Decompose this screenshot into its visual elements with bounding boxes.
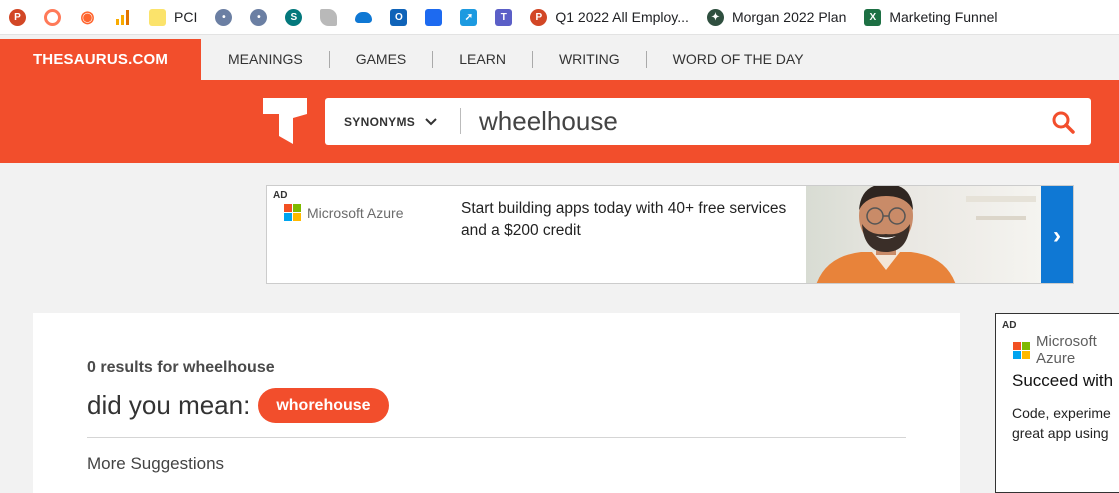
bot-icon: • (250, 8, 268, 26)
ad-tag: AD (273, 190, 288, 201)
bookmark-planner[interactable] (416, 0, 451, 34)
ad-banner[interactable]: AD Microsoft Azure Start building apps t… (266, 185, 1074, 284)
nav-meanings[interactable]: MEANINGS (201, 50, 330, 68)
teams-icon: T (495, 8, 513, 26)
side-ad-body-line: Code, experime (1012, 405, 1111, 421)
ad-brand: Microsoft Azure (307, 204, 404, 221)
bookmark-bot-2[interactable]: • (241, 0, 276, 34)
bookmark-leaf[interactable] (311, 0, 346, 34)
search-icon[interactable] (1051, 110, 1075, 134)
bookmark-label: Q1 2022 All Employ... (555, 9, 689, 25)
divider (87, 437, 906, 438)
bookmark-onedrive[interactable] (346, 0, 381, 34)
bookmark-teams[interactable]: T (486, 0, 521, 34)
bookmark-morgan-plan[interactable]: ✦ Morgan 2022 Plan (698, 0, 855, 34)
ad-tag: AD (1002, 320, 1017, 331)
ad-next-button[interactable]: › (1041, 186, 1073, 283)
bot-icon: • (215, 8, 233, 26)
bookmark-q1-2022[interactable]: P Q1 2022 All Employ... (521, 0, 698, 34)
search-input[interactable] (479, 98, 1039, 145)
bookmark-bot-1[interactable]: • (206, 0, 241, 34)
bookmark-hubspot[interactable] (35, 0, 70, 34)
note-icon (149, 8, 166, 26)
bookmark-powerpoint[interactable]: P (0, 0, 35, 34)
results-summary: 0 results for wheelhouse (87, 359, 275, 376)
ad-text: Start building apps today with 40+ free … (461, 200, 787, 239)
bookmark-pci[interactable]: PCI (140, 0, 206, 34)
powerpoint-icon: P (530, 8, 548, 26)
did-you-mean-label: did you mean: (87, 390, 251, 420)
site-nav: THESAURUS.COM MEANINGS GAMES LEARN WRITI… (0, 39, 1119, 80)
bookmark-arrow-app[interactable]: ➚ (451, 0, 486, 34)
powerpoint-icon: P (9, 8, 26, 26)
side-ad-headline: Succeed with (1012, 371, 1114, 390)
compass-icon: ✦ (706, 8, 724, 26)
excel-icon: X (864, 8, 882, 26)
chevron-down-icon (425, 117, 437, 125)
nav-learn[interactable]: LEARN (433, 50, 533, 68)
smiling-man-image (816, 186, 1036, 283)
onedrive-icon (355, 11, 373, 23)
bookmark-sharepoint[interactable]: S (276, 0, 311, 34)
bookmark-outlook[interactable]: O (381, 0, 416, 34)
bookmark-marketing-funnel[interactable]: X Marketing Funnel (855, 0, 1006, 34)
hubspot-icon (44, 8, 61, 26)
bookmark-label: Marketing Funnel (889, 9, 998, 25)
suggestion-pill[interactable]: whorehouse (258, 388, 389, 423)
side-ad-body: Code, experime great app using (1012, 403, 1111, 443)
more-suggestions-heading: More Suggestions (87, 454, 225, 473)
semrush-icon: ◉ (80, 9, 95, 26)
ad-brand: Microsoft Azure (1036, 333, 1097, 367)
arrow-app-icon: ➚ (460, 8, 478, 26)
nav-word-of-the-day[interactable]: WORD OF THE DAY (647, 51, 830, 68)
bookmark-analytics[interactable] (105, 0, 140, 34)
analytics-bars-icon (114, 9, 131, 26)
bookmark-label: Morgan 2022 Plan (731, 9, 847, 25)
search-divider (460, 108, 461, 134)
outlook-icon: O (390, 8, 408, 26)
microsoft-azure-logo: Microsoft Azure (284, 204, 403, 221)
search-mode-label: SYNONYMS (344, 114, 416, 129)
planner-icon (425, 8, 443, 26)
search-bar: SYNONYMS (325, 98, 1091, 145)
bookmarks-bar: P ◉ PCI • • S O ➚ T P Q1 2022 All Employ.… (0, 0, 1119, 35)
bookmark-label: PCI (174, 9, 198, 25)
results-card: 0 results for wheelhouse did you mean: w… (33, 313, 960, 493)
search-header: SYNONYMS (0, 80, 1119, 163)
site-logo[interactable]: THESAURUS.COM (0, 39, 201, 80)
did-you-mean: did you mean: whorehouse (87, 388, 389, 423)
microsoft-logo-icon (284, 204, 301, 221)
ad-photo (806, 186, 1042, 283)
bookmark-semrush[interactable]: ◉ (70, 0, 105, 34)
side-ad[interactable]: AD Microsoft Azure Succeed with Code, ex… (995, 313, 1119, 493)
nav-links: MEANINGS GAMES LEARN WRITING WORD OF THE… (201, 39, 830, 79)
nav-writing[interactable]: WRITING (533, 50, 647, 68)
microsoft-logo-icon (1013, 341, 1030, 359)
sharepoint-icon: S (285, 8, 303, 26)
side-ad-body-line: great app using (1012, 425, 1109, 441)
thesaurus-logo-icon[interactable] (263, 98, 307, 144)
nav-games[interactable]: GAMES (330, 50, 434, 68)
leaf-icon (320, 8, 338, 26)
microsoft-azure-logo: Microsoft Azure (1013, 333, 1119, 367)
search-mode-dropdown[interactable]: SYNONYMS (344, 98, 437, 145)
